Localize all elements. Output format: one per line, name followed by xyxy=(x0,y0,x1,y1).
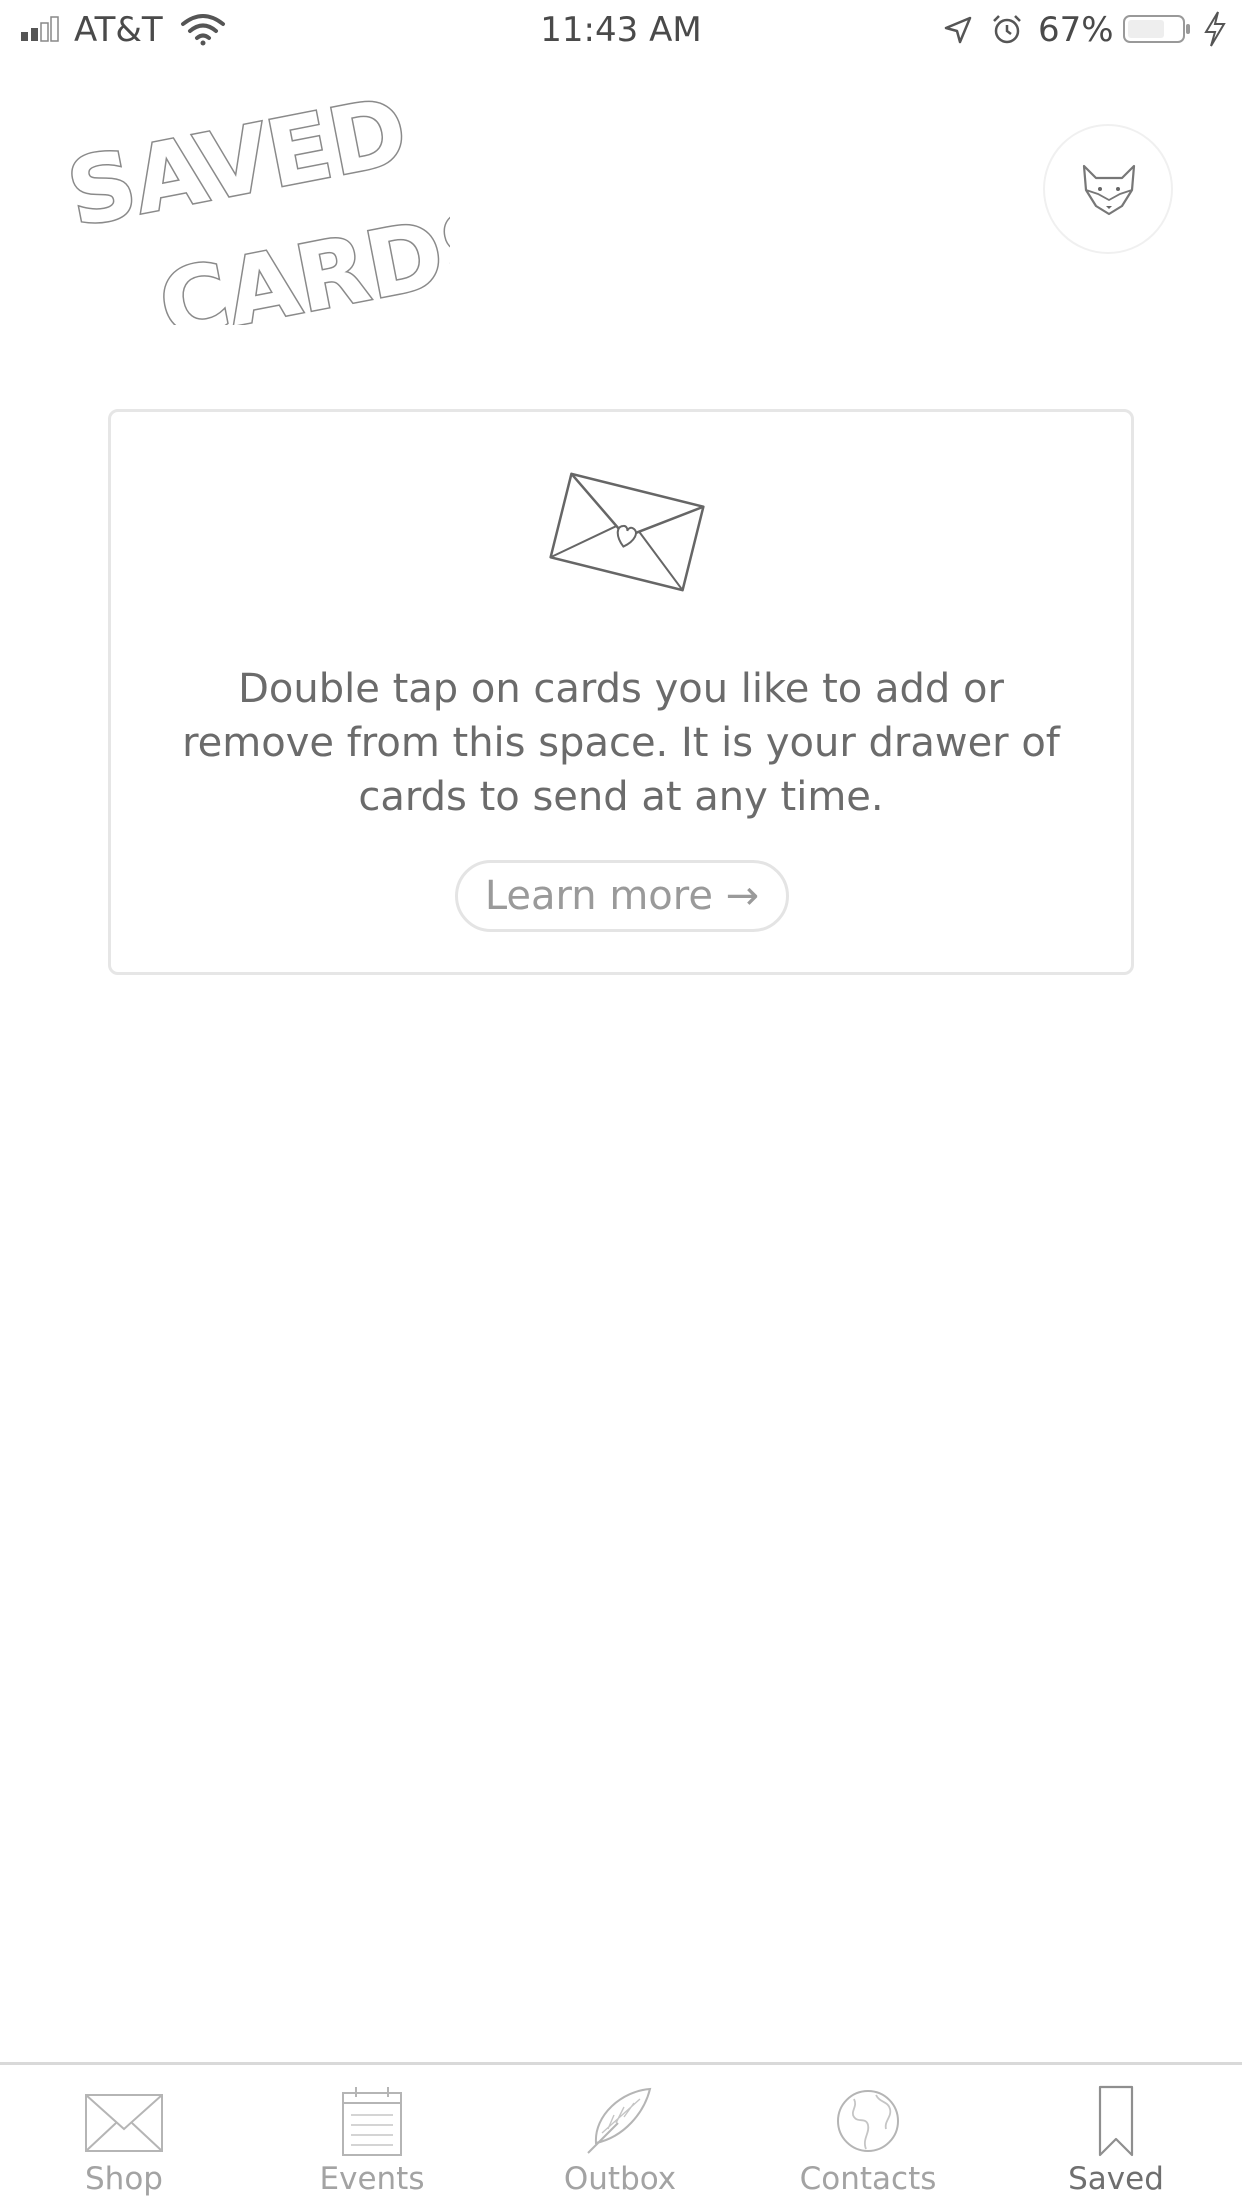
tab-saved[interactable]: Saved xyxy=(992,2065,1240,2208)
saved-cards-empty-state: Double tap on cards you like to add or r… xyxy=(108,409,1134,975)
envelope-heart-icon xyxy=(549,472,705,592)
feather-icon xyxy=(587,2087,652,2154)
globe-icon xyxy=(837,2090,899,2152)
tab-contacts[interactable]: Contacts xyxy=(744,2065,992,2208)
tab-label: Shop xyxy=(85,2161,163,2197)
bottom-tab-bar: Shop Events Outbox Contacts Saved xyxy=(0,2062,1242,2208)
tab-outbox[interactable]: Outbox xyxy=(496,2065,744,2208)
empty-state-message: Double tap on cards you like to add or r… xyxy=(182,666,1060,820)
tab-shop[interactable]: Shop xyxy=(0,2065,248,2208)
fox-icon xyxy=(1082,164,1136,216)
page-title-logo: SAVED CARDS xyxy=(60,95,450,325)
calendar-icon xyxy=(342,2087,402,2156)
bookmark-icon xyxy=(1098,2085,1134,2157)
location-arrow-icon xyxy=(944,16,972,44)
learn-more-button[interactable]: Learn more → xyxy=(455,860,789,932)
profile-avatar-button[interactable] xyxy=(1043,124,1173,254)
tab-events[interactable]: Events xyxy=(248,2065,496,2208)
battery-icon xyxy=(1123,15,1190,43)
battery-percentage: 67% xyxy=(1038,10,1114,50)
tab-label: Outbox xyxy=(563,2161,677,2197)
charging-bolt-icon xyxy=(1204,11,1226,47)
alarm-clock-icon xyxy=(993,15,1021,44)
tab-label: Saved xyxy=(1068,2161,1164,2197)
tab-label: Contacts xyxy=(799,2161,937,2197)
tab-label: Events xyxy=(319,2161,425,2197)
status-bar: AT&T 11:43 AM 67% xyxy=(0,0,1242,60)
envelope-icon xyxy=(85,2094,163,2152)
